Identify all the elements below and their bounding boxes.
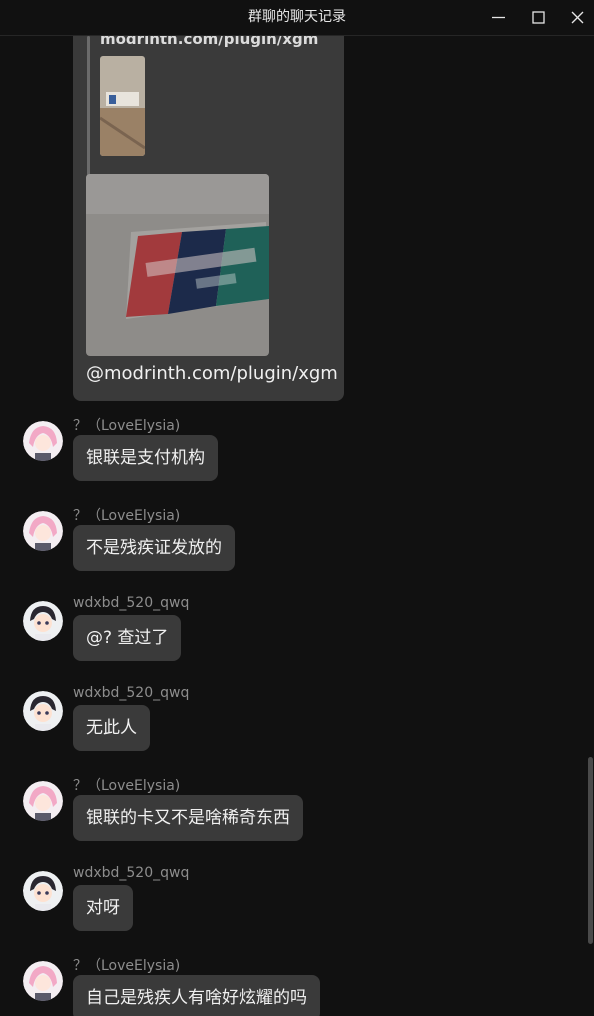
sender-name: ？（LoveElysia)	[73, 778, 181, 794]
sender-name: wdxbd_520_qwq	[73, 685, 190, 701]
message-row: wdxbd_520_qwq 无此人	[0, 685, 594, 781]
message-text: @modrinth.com/plugin/xgm	[86, 363, 338, 384]
message-bubble[interactable]: 银联的卡又不是啥稀奇东西	[73, 795, 303, 841]
message-bubble[interactable]: 不是残疾证发放的	[73, 525, 235, 571]
message-bubble[interactable]: 银联是支付机构	[73, 435, 218, 481]
message-row: ？（LoveElysia) 不是残疾证发放的	[0, 508, 594, 601]
quote-bar	[87, 36, 90, 180]
message-bubble[interactable]: 无此人	[73, 705, 150, 751]
quoted-image-thumbnail[interactable]	[100, 56, 145, 156]
minimize-button[interactable]	[478, 0, 518, 35]
message-row: ？（LoveElysia) 银联是支付机构	[0, 418, 594, 511]
sender-name: ？（LoveElysia)	[73, 508, 181, 524]
quote-text: modrinth.com/plugin/xgm	[100, 36, 319, 48]
pink-hair-anime-avatar[interactable]	[23, 421, 63, 461]
sender-name: ？（LoveElysia)	[73, 958, 181, 974]
dark-hair-boy-avatar[interactable]	[23, 601, 63, 641]
pink-hair-anime-avatar[interactable]	[23, 961, 63, 1001]
pink-hair-anime-avatar[interactable]	[23, 781, 63, 821]
minimize-icon	[492, 16, 505, 19]
sender-name: wdxbd_520_qwq	[73, 595, 190, 611]
maximize-button[interactable]	[518, 0, 558, 35]
message-row: ？（LoveElysia) 银联的卡又不是啥稀奇东西	[0, 778, 594, 871]
pink-hair-anime-avatar[interactable]	[23, 511, 63, 551]
sender-name: wdxbd_520_qwq	[73, 865, 190, 881]
chat-history[interactable]: modrinth.com/plugin/xgm @modrinth.com/pl…	[0, 36, 594, 1016]
message-row: wdxbd_520_qwq 对呀	[0, 865, 594, 961]
dark-hair-boy-avatar[interactable]	[23, 691, 63, 731]
close-icon	[571, 11, 584, 24]
message-row: ？（LoveElysia) 自己是残疾人有啥好炫耀的吗	[0, 958, 594, 1016]
message-row: wdxbd_520_qwq @? 查过了	[0, 595, 594, 691]
maximize-icon	[532, 11, 545, 24]
message-bubble[interactable]: @? 查过了	[73, 615, 182, 661]
dark-hair-boy-avatar[interactable]	[23, 871, 63, 911]
close-button[interactable]	[557, 0, 594, 35]
sender-name: ？（LoveElysia)	[73, 418, 181, 434]
scrollbar-thumb[interactable]	[588, 757, 593, 944]
title-bar: 群聊的聊天记录	[0, 0, 594, 36]
message-bubble[interactable]: 自己是残疾人有啥好炫耀的吗	[73, 975, 320, 1016]
message-bubble[interactable]: 对呀	[73, 885, 133, 931]
message-bubble-quoted[interactable]: modrinth.com/plugin/xgm @modrinth.com/pl…	[73, 36, 344, 401]
card-photo[interactable]	[86, 174, 269, 356]
